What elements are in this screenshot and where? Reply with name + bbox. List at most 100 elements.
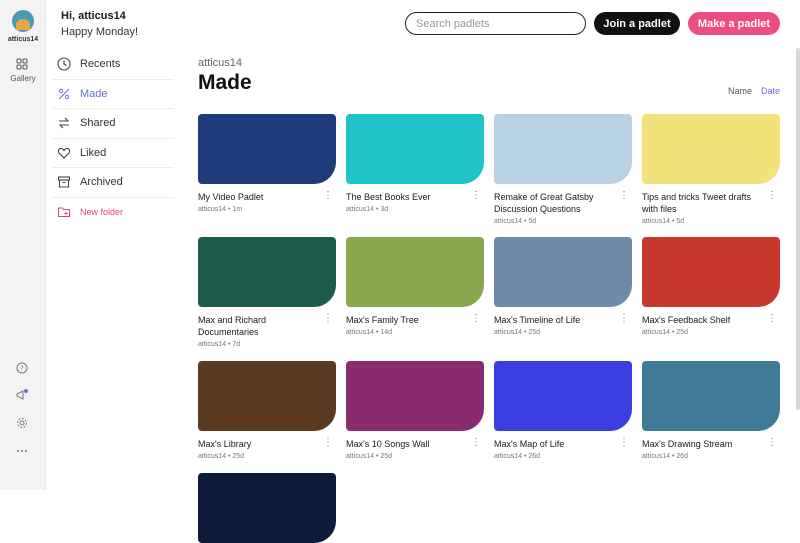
sidebar-item-label: Recents (80, 58, 121, 71)
sort-by-date[interactable]: Date (761, 86, 780, 96)
padlet-title[interactable]: Max's Family Tree (346, 314, 484, 326)
rail-username: atticus14 (7, 36, 39, 43)
padlet-thumbnail[interactable] (346, 237, 484, 307)
padlet-thumbnail[interactable] (642, 114, 780, 184)
padlet-meta: atticus14 • 7d (198, 341, 241, 348)
padlet-thumbnail[interactable] (494, 361, 632, 431)
padlet-card[interactable] (198, 473, 336, 543)
padlet-title[interactable]: Max's Drawing Stream (642, 438, 780, 450)
card-menu-icon[interactable]: ⋮ (767, 191, 777, 201)
make-padlet-button[interactable]: Make a padlet (688, 12, 780, 35)
sidebar-item-made[interactable]: Made (52, 80, 174, 109)
search-input[interactable] (405, 12, 586, 35)
settings-icon[interactable] (16, 417, 28, 429)
padlet-meta: atticus14 • 25d (494, 329, 541, 336)
card-menu-icon[interactable]: ⋮ (767, 438, 777, 448)
padlet-meta: atticus14 • 26d (642, 453, 689, 460)
sparkle-icon (58, 88, 70, 100)
padlet-thumbnail[interactable] (642, 237, 780, 307)
padlet-title[interactable]: My Video Padlet (198, 191, 336, 203)
padlet-meta: atticus14 • 25d (346, 453, 393, 460)
page-title: Made (198, 71, 252, 94)
card-menu-icon[interactable]: ⋮ (471, 314, 481, 324)
padlet-title[interactable]: The Best Books Ever (346, 191, 484, 203)
card-menu-icon[interactable]: ⋮ (323, 191, 333, 201)
padlet-title[interactable]: Max and Richard Documentaries (198, 314, 336, 338)
padlet-meta: atticus14 • 5d (642, 218, 685, 225)
padlet-meta: atticus14 • 25d (198, 453, 245, 460)
padlet-meta: atticus14 • 25d (642, 329, 689, 336)
sidebar-item-label: Made (80, 87, 108, 100)
padlet-title[interactable]: Remake of Great Gatsby Discussion Questi… (494, 191, 632, 215)
new-folder-button[interactable]: New folder (52, 198, 174, 228)
padlet-title[interactable]: Tips and tricks Tweet drafts with files (642, 191, 780, 215)
archive-icon (57, 176, 71, 188)
padlet-meta: atticus14 • 26d (494, 453, 541, 460)
padlet-thumbnail[interactable] (346, 114, 484, 184)
padlet-card[interactable]: Max's Family Tree atticus14 • 14d ⋮ (346, 237, 484, 336)
sort-by-name[interactable]: Name (728, 86, 752, 96)
sidebar-nav: Recents Made Shared Liked Archived New f… (52, 50, 174, 227)
sidebar-item-label: Shared (80, 117, 116, 130)
padlet-thumbnail[interactable] (198, 114, 336, 184)
padlet-card[interactable]: Max's 10 Songs Wall atticus14 • 25d ⋮ (346, 361, 484, 460)
sidebar-item-label: Liked (80, 146, 107, 159)
sidebar-item-liked[interactable]: Liked (52, 139, 174, 168)
join-padlet-button[interactable]: Join a padlet (594, 12, 680, 35)
avatar[interactable] (12, 10, 34, 32)
card-menu-icon[interactable]: ⋮ (619, 314, 629, 324)
padlet-card[interactable]: My Video Padlet atticus14 • 1m ⋮ (198, 114, 336, 213)
left-rail: atticus14 Gallery ? (0, 0, 46, 490)
card-menu-icon[interactable]: ⋮ (619, 191, 629, 201)
gallery-label[interactable]: Gallery (0, 74, 46, 83)
card-menu-icon[interactable]: ⋮ (471, 438, 481, 448)
help-icon[interactable]: ? (16, 362, 28, 374)
padlet-card[interactable]: Remake of Great Gatsby Discussion Questi… (494, 114, 632, 225)
announcement-icon[interactable] (16, 389, 28, 401)
padlet-card[interactable]: Tips and tricks Tweet drafts with files a… (642, 114, 780, 225)
gallery-icon[interactable] (16, 58, 28, 70)
card-menu-icon[interactable]: ⋮ (767, 314, 777, 324)
share-icon (58, 117, 70, 129)
padlet-thumbnail[interactable] (494, 114, 632, 184)
padlet-thumbnail[interactable] (198, 237, 336, 307)
padlet-title[interactable]: Max's Map of Life (494, 438, 632, 450)
padlet-card[interactable]: Max and Richard Documentaries atticus14 •… (198, 237, 336, 348)
new-folder-label: New folder (80, 207, 124, 218)
padlet-card[interactable]: Max's Timeline of Life atticus14 • 25d ⋮ (494, 237, 632, 336)
more-icon[interactable] (16, 445, 28, 457)
card-menu-icon[interactable]: ⋮ (471, 191, 481, 201)
padlet-thumbnail[interactable] (198, 361, 336, 431)
sidebar-item-label: Archived (80, 176, 123, 189)
greeting-title: Hi, atticus14 (61, 10, 126, 22)
padlet-meta: atticus14 • 3d (346, 206, 389, 213)
padlet-title[interactable]: Max's Timeline of Life (494, 314, 632, 326)
padlet-meta: atticus14 • 5d (494, 218, 537, 225)
card-menu-icon[interactable]: ⋮ (323, 438, 333, 448)
svg-text:?: ? (20, 365, 24, 373)
padlet-card[interactable]: Max's Drawing Stream atticus14 • 26d ⋮ (642, 361, 780, 460)
scrollbar[interactable] (796, 48, 800, 410)
padlet-card[interactable]: Max's Feedback Shelf atticus14 • 25d ⋮ (642, 237, 780, 336)
padlet-thumbnail[interactable] (346, 361, 484, 431)
padlet-card[interactable]: Max's Library atticus14 • 25d ⋮ (198, 361, 336, 460)
padlet-thumbnail[interactable] (198, 473, 336, 543)
card-menu-icon[interactable]: ⋮ (619, 438, 629, 448)
sidebar-item-archived[interactable]: Archived (52, 168, 174, 198)
clock-icon (57, 57, 71, 71)
sidebar-item-recents[interactable]: Recents (52, 50, 174, 80)
greeting: Hi, atticus14 Happy Monday! (61, 10, 138, 38)
padlet-title[interactable]: Max's Feedback Shelf (642, 314, 780, 326)
padlet-thumbnail[interactable] (642, 361, 780, 431)
card-menu-icon[interactable]: ⋮ (323, 314, 333, 324)
padlet-card[interactable]: Max's Map of Life atticus14 • 26d ⋮ (494, 361, 632, 460)
new-folder-icon (57, 207, 71, 218)
greeting-subtitle: Happy Monday! (61, 26, 139, 38)
sidebar-item-shared[interactable]: Shared (52, 109, 174, 139)
padlet-thumbnail[interactable] (494, 237, 632, 307)
padlet-card[interactable]: The Best Books Ever atticus14 • 3d ⋮ (346, 114, 484, 213)
padlet-title[interactable]: Max's Library (198, 438, 336, 450)
padlet-title[interactable]: Max's 10 Songs Wall (346, 438, 484, 450)
padlet-meta: atticus14 • 1m (198, 206, 243, 213)
breadcrumb[interactable]: atticus14 (198, 57, 242, 69)
